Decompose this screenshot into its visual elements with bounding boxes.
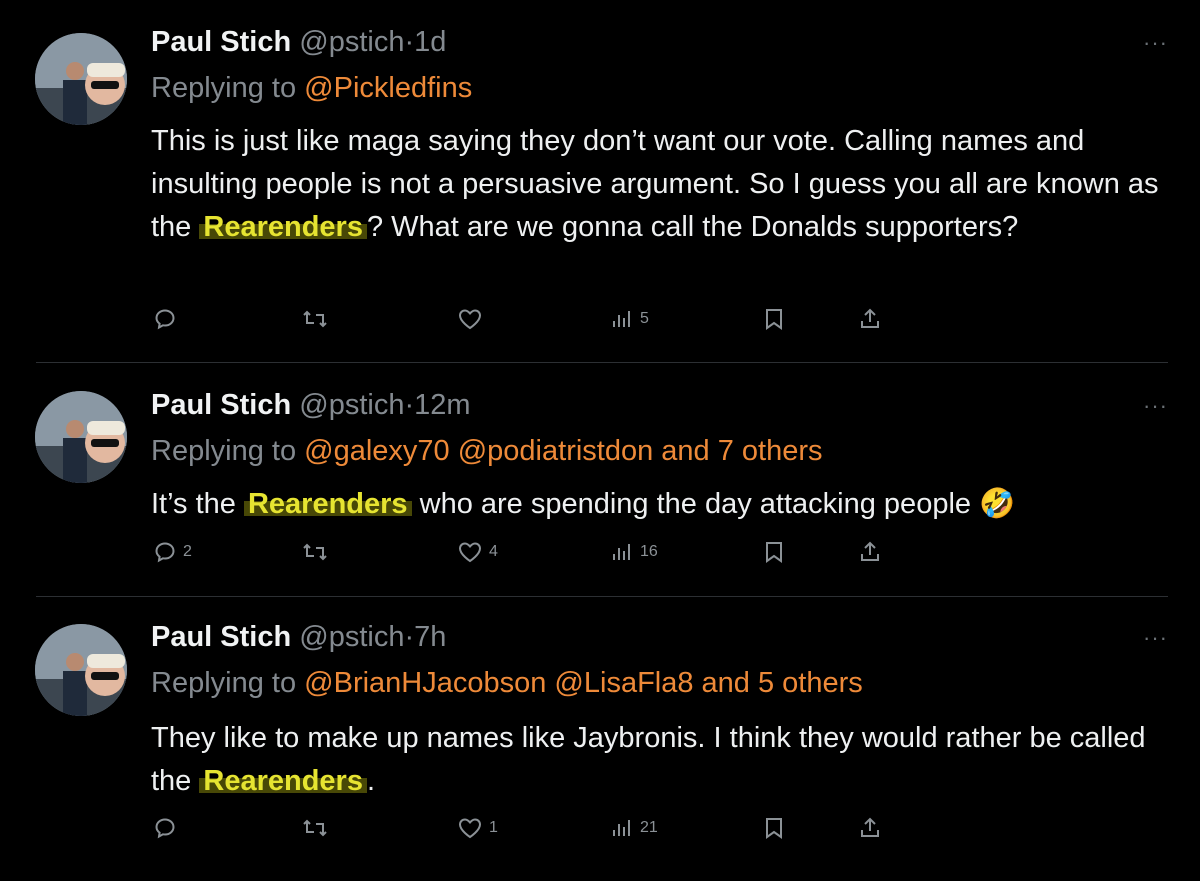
tweet-text-part: ? What are we gonna call the Donalds sup… (366, 211, 1019, 243)
reply-mentions[interactable]: @BrianHJacobson @LisaFla8 and 5 others (304, 667, 863, 699)
views-count: 5 (640, 310, 649, 327)
share-button[interactable] (858, 307, 882, 331)
tweet-text: This is just like maga saying they don’t… (151, 120, 1181, 249)
tweet[interactable]: Paul Stich @pstich·7h ··· Replying to @B… (0, 597, 1200, 881)
action-bar: 5 (150, 307, 910, 337)
tweet-text: It’s the Rearenders who are spending the… (151, 483, 1181, 526)
tweet[interactable]: Paul Stich @pstich·12m ··· Replying to @… (0, 363, 1200, 596)
action-bar: 1 21 (150, 816, 910, 846)
tweet-text-part: who are spending the day attacking peopl… (411, 488, 1016, 520)
display-name[interactable]: Paul Stich (151, 621, 291, 653)
retweet-icon (303, 310, 327, 328)
bookmark-icon (766, 818, 782, 839)
like-button[interactable]: 1 (457, 816, 498, 840)
action-bar: 2 4 16 (150, 540, 910, 570)
reply-count: 2 (183, 543, 192, 560)
retweet-button[interactable] (302, 816, 334, 840)
replying-to-label: Replying to (151, 667, 297, 699)
views-button[interactable]: 21 (610, 816, 658, 840)
replying-to-label: Replying to (151, 72, 297, 104)
timestamp[interactable]: 12m (414, 389, 470, 421)
views-button[interactable]: 5 (610, 307, 649, 331)
like-count: 4 (489, 543, 498, 560)
like-count: 1 (489, 819, 498, 836)
separator-dot: · (404, 389, 415, 421)
avatar-image (35, 391, 127, 483)
reply-icon (155, 542, 175, 563)
handle[interactable]: @pstich (299, 26, 404, 58)
reply-button[interactable]: 2 (153, 540, 192, 564)
share-button[interactable] (858, 816, 882, 840)
bookmark-button[interactable] (762, 540, 786, 564)
avatar[interactable] (35, 391, 127, 483)
reply-icon (155, 309, 175, 330)
avatar[interactable] (35, 33, 127, 125)
avatar-image (35, 33, 127, 125)
more-options-icon[interactable]: ··· (1143, 30, 1168, 56)
more-options-icon[interactable]: ··· (1143, 625, 1168, 651)
views-count: 16 (640, 543, 658, 560)
reply-icon (155, 818, 175, 839)
handle[interactable]: @pstich (299, 621, 404, 653)
highlighted-word: Rearenders (199, 765, 367, 797)
bookmark-icon (766, 309, 782, 330)
retweet-button[interactable] (302, 307, 334, 331)
reply-button[interactable] (153, 816, 183, 840)
reply-button[interactable] (153, 307, 183, 331)
timestamp[interactable]: 7h (414, 621, 446, 653)
views-icon (613, 544, 630, 560)
retweet-icon (303, 543, 327, 561)
like-button[interactable] (457, 307, 489, 331)
separator-dot: · (404, 621, 415, 653)
bookmark-button[interactable] (762, 307, 786, 331)
share-icon (861, 308, 879, 328)
replying-to-label: Replying to (151, 435, 297, 467)
views-icon (613, 820, 630, 836)
tweet-text-part: . (366, 765, 376, 797)
reply-mentions[interactable]: @galexy70 @podiatristdon and 7 others (304, 435, 822, 467)
share-icon (861, 817, 879, 837)
tweet-text: They like to make up names like Jaybroni… (151, 717, 1181, 803)
avatar-image (35, 624, 127, 716)
like-icon (458, 309, 482, 330)
display-name[interactable]: Paul Stich (151, 389, 291, 421)
views-icon (613, 311, 630, 327)
avatar[interactable] (35, 624, 127, 716)
more-options-icon[interactable]: ··· (1143, 393, 1168, 419)
share-icon (861, 541, 879, 561)
views-button[interactable]: 16 (610, 540, 658, 564)
reply-mentions[interactable]: @Pickledfins (304, 72, 472, 104)
views-count: 21 (640, 819, 658, 836)
tweet-text-part: It’s the (151, 488, 244, 520)
bookmark-icon (766, 542, 782, 563)
separator-dot: · (404, 26, 415, 58)
handle[interactable]: @pstich (299, 389, 404, 421)
like-button[interactable]: 4 (457, 540, 498, 564)
like-icon (458, 542, 482, 563)
highlighted-word: Rearenders (199, 211, 367, 243)
highlighted-word: Rearenders (243, 488, 412, 520)
bookmark-button[interactable] (762, 816, 786, 840)
display-name[interactable]: Paul Stich (151, 26, 291, 58)
share-button[interactable] (858, 540, 882, 564)
tweet[interactable]: Paul Stich @pstich·1d ··· Replying to @P… (0, 0, 1200, 362)
timestamp[interactable]: 1d (414, 26, 446, 58)
retweet-icon (303, 819, 327, 837)
like-icon (458, 818, 482, 839)
retweet-button[interactable] (302, 540, 334, 564)
